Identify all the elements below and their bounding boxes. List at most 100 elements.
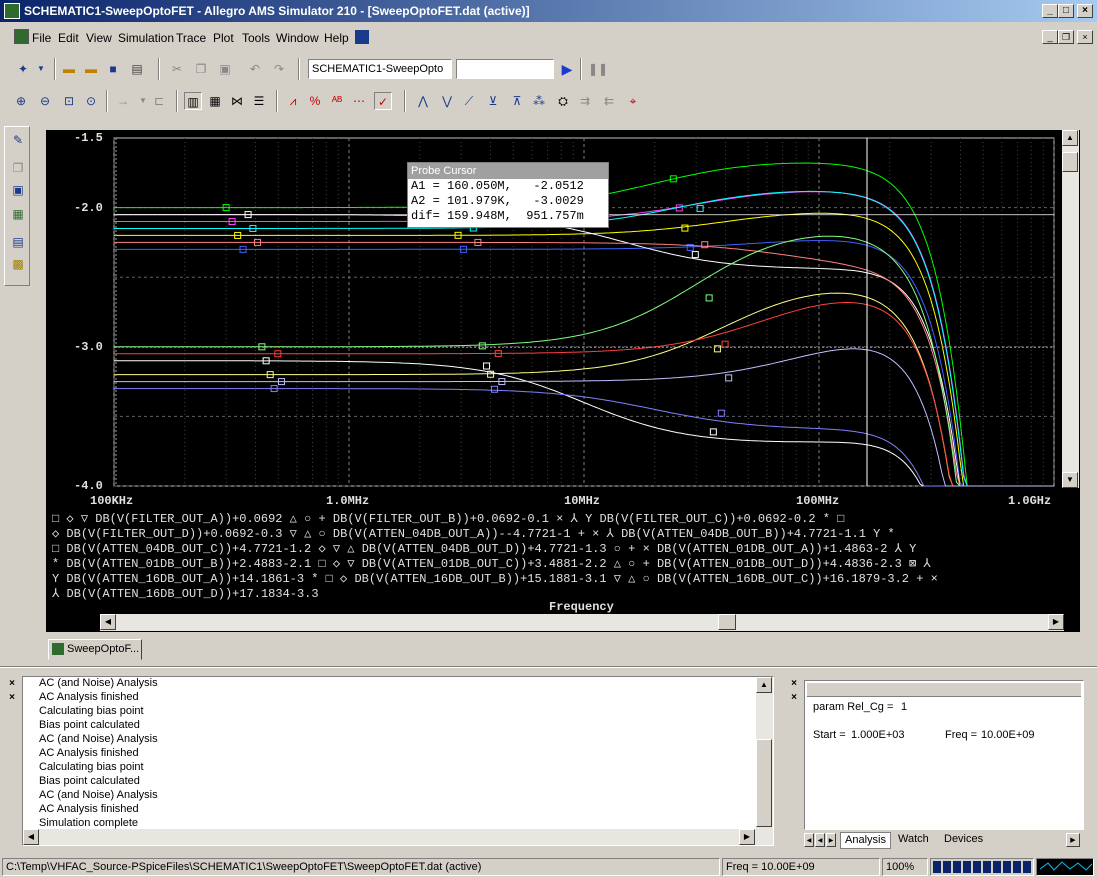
scroll-left-icon[interactable]: ◀: [23, 829, 39, 845]
simulation-profile-combo[interactable]: SCHEMATIC1-SweepOpto: [308, 59, 452, 79]
output-file-icon[interactable]: ▤: [9, 233, 27, 251]
mdi-restore-button[interactable]: ❐: [1058, 30, 1074, 44]
tab-prev-icon[interactable]: ◀: [815, 833, 825, 847]
new-dropdown-chevron-icon[interactable]: ▼: [32, 60, 50, 78]
run-simulation-icon[interactable]: ▶: [558, 60, 576, 78]
menu-file[interactable]: File: [32, 31, 51, 45]
splitter[interactable]: [0, 666, 1097, 668]
mdi-minimize-button[interactable]: _: [1042, 30, 1058, 44]
menu-simulation[interactable]: Simulation: [118, 31, 174, 45]
output-scroll-thumb[interactable]: [756, 739, 772, 827]
trace-marker: [717, 409, 725, 417]
tab-devices[interactable]: Devices: [940, 832, 987, 849]
window-cascade-icon[interactable]: ❐: [9, 159, 27, 177]
scroll-left-icon[interactable]: ◀: [100, 614, 116, 630]
menu-window[interactable]: Window: [276, 31, 319, 45]
trace-marker: [691, 251, 699, 259]
output-close-icon[interactable]: ×: [6, 678, 18, 690]
pause-icon[interactable]: ❚❚: [588, 60, 608, 78]
minimize-button[interactable]: _: [1042, 4, 1058, 18]
undo-icon[interactable]: ↶: [246, 60, 264, 78]
save-icon[interactable]: ■: [104, 60, 122, 78]
cursor-search-icon[interactable]: ⛭: [554, 92, 572, 110]
copy-icon[interactable]: ❐: [192, 60, 210, 78]
open-file-icon[interactable]: ▬: [82, 60, 100, 78]
redo-icon[interactable]: ↷: [270, 60, 288, 78]
plot-horizontal-scrollbar[interactable]: ◀ ▶: [100, 614, 1064, 631]
zoom-out-icon[interactable]: ⊖: [36, 92, 54, 110]
menu-edit[interactable]: Edit: [58, 31, 79, 45]
watch-close-icon-2[interactable]: ×: [788, 692, 800, 704]
new-icon[interactable]: ✦: [14, 60, 32, 78]
cursor-min-icon[interactable]: ⊻: [484, 92, 502, 110]
scroll-right-icon[interactable]: ▶: [1048, 614, 1064, 630]
paste-icon[interactable]: ▣: [216, 60, 234, 78]
legend-entry: ⅄ DB(V(ATTEN_16DB_OUT_D))+17.1834-3.3: [52, 587, 319, 601]
tab-last-icon[interactable]: ▶: [1066, 833, 1080, 847]
previous-transition-icon[interactable]: ⇇: [600, 92, 618, 110]
cursor-a1-readout: A1 = 160.050M, -2.0512: [411, 179, 584, 193]
text-label-icon[interactable]: ᴬᴮ: [328, 92, 346, 110]
mark-label-icon[interactable]: ⌖: [624, 92, 642, 110]
window-tile-icon[interactable]: ▣: [9, 181, 27, 199]
add-trace-icon[interactable]: ⩘: [284, 92, 302, 110]
print-icon[interactable]: ▤: [128, 60, 146, 78]
menu-tools[interactable]: Tools: [242, 31, 270, 45]
tab-analysis[interactable]: Analysis: [840, 832, 891, 849]
output-horizontal-scrollbar[interactable]: ◀ ▶: [23, 829, 773, 845]
simulation-output-log[interactable]: AC (and Noise) Analysis AC Analysis fini…: [22, 676, 774, 846]
help-context-icon[interactable]: [355, 30, 369, 44]
cursor-slope-icon[interactable]: ⟋: [460, 92, 478, 110]
zoom-fit-icon[interactable]: ⊙: [82, 92, 100, 110]
tab-first-icon[interactable]: ◀: [804, 833, 814, 847]
maximize-button[interactable]: □: [1058, 4, 1074, 18]
pan-arrow-icon[interactable]: →: [114, 92, 132, 110]
voltage-probe-icon[interactable]: ✎: [9, 131, 27, 149]
cursor-max-icon[interactable]: ⊼: [508, 92, 526, 110]
table-view-icon[interactable]: ☰: [250, 92, 268, 110]
plot-vertical-scrollbar[interactable]: ▲ ▼: [1062, 130, 1079, 488]
menu-view[interactable]: View: [86, 31, 112, 45]
output-vertical-scrollbar[interactable]: ▲: [756, 677, 773, 829]
log-line: Bias point calculated: [39, 775, 140, 787]
log-x-icon[interactable]: ⊏: [150, 92, 168, 110]
probe-cursor-window[interactable]: Probe Cursor A1 = 160.050M, -2.0512 A2 =…: [407, 162, 609, 228]
mark-data-points-icon[interactable]: ⋯: [350, 92, 368, 110]
zoom-in-icon[interactable]: ⊕: [12, 92, 30, 110]
x-tick-label: 100KHz: [90, 494, 134, 508]
zoom-area-icon[interactable]: ⊡: [60, 92, 78, 110]
netlist-icon[interactable]: ▩: [9, 255, 27, 273]
cursor-trough-icon[interactable]: ⋁: [438, 92, 456, 110]
fourier-icon[interactable]: ▥: [184, 92, 202, 110]
evaluate-measurement-icon[interactable]: %: [306, 92, 324, 110]
next-transition-icon[interactable]: ⇉: [576, 92, 594, 110]
menu-plot[interactable]: Plot: [213, 31, 234, 45]
menu-trace[interactable]: Trace: [176, 31, 206, 45]
scroll-down-icon[interactable]: ▼: [1062, 472, 1078, 488]
performance-analysis-icon[interactable]: ▦: [206, 92, 224, 110]
mdi-close-button[interactable]: ×: [1077, 30, 1093, 44]
scroll-up-icon[interactable]: ▲: [756, 677, 772, 693]
profile-input[interactable]: [456, 59, 554, 79]
close-button[interactable]: ×: [1077, 4, 1093, 18]
scroll-right-icon[interactable]: ▶: [739, 829, 755, 845]
legend-entry: □ ◇ ▽ DB(V(FILTER_OUT_A))+0.0692 △ ○ + D…: [52, 512, 845, 526]
plot-document-tab[interactable]: SweepOptoF...: [48, 639, 142, 660]
document-icon[interactable]: [14, 29, 29, 44]
open-folder-icon[interactable]: ▬: [60, 60, 78, 78]
trace-marker: [709, 428, 717, 436]
cursor-peak-icon[interactable]: ⋀: [414, 92, 432, 110]
eye-diagram-icon[interactable]: ⋈: [228, 92, 246, 110]
toggle-cursor-icon[interactable]: ✓: [374, 92, 392, 110]
schematic-icon[interactable]: ▦: [9, 205, 27, 223]
cut-icon[interactable]: ✂: [168, 60, 186, 78]
cursor-point-icon[interactable]: ⁂: [530, 92, 548, 110]
tab-next-icon[interactable]: ▶: [826, 833, 836, 847]
menu-help[interactable]: Help: [324, 31, 349, 45]
horizontal-scroll-thumb[interactable]: [718, 614, 736, 630]
output-close-icon-2[interactable]: ×: [6, 692, 18, 704]
watch-close-icon[interactable]: ×: [788, 678, 800, 690]
tab-watch[interactable]: Watch: [894, 832, 933, 849]
scroll-up-icon[interactable]: ▲: [1062, 130, 1078, 146]
scroll-thumb[interactable]: [1062, 152, 1078, 172]
